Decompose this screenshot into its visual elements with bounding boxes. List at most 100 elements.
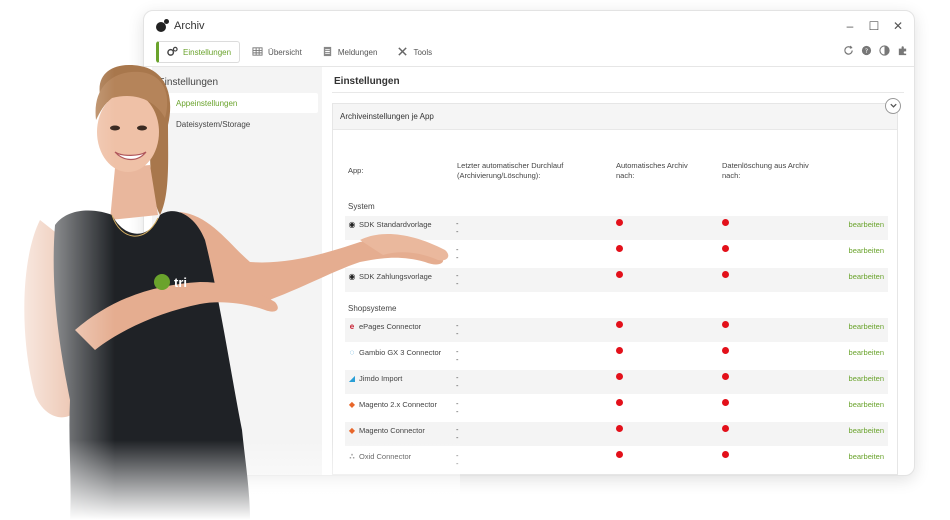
- title-divider: [332, 92, 904, 93]
- section-label: Shopsysteme: [348, 304, 397, 313]
- last-run-value: -: [456, 355, 459, 364]
- deletion-status-dot: [722, 451, 729, 458]
- list-icon: [322, 46, 333, 59]
- tab-label: Tools: [413, 47, 433, 57]
- tab-tools[interactable]: Tools: [389, 41, 440, 63]
- app-logo-icon: [156, 19, 170, 33]
- tab-uebersicht[interactable]: Übersicht: [244, 41, 310, 63]
- edit-link[interactable]: bearbeiten: [849, 272, 884, 281]
- minimize-button[interactable]: –: [840, 17, 860, 35]
- edit-link[interactable]: bearbeiten: [849, 400, 884, 409]
- app-name: SDK Zahlungsvorlage: [359, 272, 432, 281]
- app-name: Jimdo Import: [359, 374, 403, 383]
- auto-archive-status-dot: [616, 219, 623, 226]
- tab-bar: Einstellungen Übersicht Meldungen Tools …: [144, 39, 914, 67]
- auto-archive-status-dot: [616, 347, 623, 354]
- sidebar-item-dateisystem[interactable]: Dateisystem/Storage: [158, 114, 318, 134]
- tools-icon: [397, 46, 408, 59]
- magento-icon: ◆: [348, 425, 356, 435]
- deletion-status-dot: [722, 347, 729, 354]
- auto-archive-status-dot: [616, 451, 623, 458]
- plugin-icon[interactable]: [897, 45, 908, 56]
- panel-header: Archiveinstellungen je App: [333, 104, 897, 130]
- app-name: ePages Connector: [359, 322, 422, 331]
- tab-einstellungen[interactable]: Einstellungen: [156, 41, 241, 63]
- app-name: Oxid Connector: [359, 452, 412, 461]
- close-button[interactable]: ✕: [888, 17, 908, 35]
- chevron-down-icon: [889, 97, 898, 115]
- sidebar-item-label: Dateisystem/Storage: [176, 119, 251, 129]
- sidebar-item-appeinstellungen[interactable]: Appeinstellungen: [158, 93, 318, 113]
- column-header-line: nach:: [616, 171, 635, 180]
- deletion-status-dot: [722, 373, 729, 380]
- edit-link[interactable]: bearbeiten: [849, 374, 884, 383]
- main-content: Einstellungen Archiveinstellungen je App…: [332, 67, 904, 475]
- sdk-icon: ◉: [348, 245, 356, 255]
- edit-link[interactable]: bearbeiten: [849, 220, 884, 229]
- svg-text:?: ?: [865, 47, 868, 55]
- auto-archive-status-dot: [616, 373, 623, 380]
- app-name: Magento Connector: [359, 426, 425, 435]
- table-row: ◆ Magento Connector - - bearbeiten: [345, 422, 888, 446]
- last-run-value: -: [456, 433, 459, 442]
- sidebar-item-label: Appeinstellungen: [176, 98, 238, 108]
- column-header-auto-archive: Automatisches Archiv nach:: [616, 161, 688, 181]
- app-window: Archiv – ☐ ✕ Einstellungen Übersicht Mel…: [143, 10, 915, 476]
- tab-label: Übersicht: [268, 47, 302, 57]
- page-title: Einstellungen: [334, 76, 400, 87]
- column-header-line: Letzter automatischer Durchlauf: [457, 161, 564, 170]
- gears-icon: [167, 46, 178, 59]
- table-row: ◢ Jimdo Import - - bearbeiten: [345, 370, 888, 394]
- deletion-status-dot: [722, 399, 729, 406]
- sidebar: Einstellungen Appeinstellungen Dateisyst…: [152, 67, 322, 475]
- tab-label: Einstellungen: [183, 47, 232, 57]
- app-name: Magento 2.x Connector: [359, 400, 437, 409]
- window-title: Archiv: [174, 20, 205, 32]
- auto-archive-status-dot: [616, 245, 623, 252]
- sidebar-title: Einstellungen: [158, 77, 219, 88]
- epages-icon: e: [349, 321, 355, 331]
- toolbar-icons: ?: [843, 45, 908, 56]
- edit-link[interactable]: bearbeiten: [849, 322, 884, 331]
- table-row: ◉ SDK Standardvorlage - - bearbeiten: [345, 216, 888, 240]
- title-bar: Archiv – ☐ ✕: [144, 11, 914, 41]
- deletion-status-dot: [722, 219, 729, 226]
- edit-link[interactable]: bearbeiten: [849, 426, 884, 435]
- deletion-status-dot: [722, 425, 729, 432]
- section-label: System: [348, 202, 375, 211]
- column-header-line: nach:: [722, 171, 741, 180]
- table-row: ◆ Magento 2.x Connector - - bearbeiten: [345, 396, 888, 420]
- oxid-icon: ∴: [349, 451, 355, 461]
- deletion-status-dot: [722, 321, 729, 328]
- auto-archive-status-dot: [616, 321, 623, 328]
- tab-meldungen[interactable]: Meldungen: [314, 41, 386, 63]
- gambio-icon: ◌: [349, 347, 355, 357]
- edit-link[interactable]: bearbeiten: [849, 452, 884, 461]
- app-name: Gambio GX 3 Connector: [359, 348, 442, 357]
- edit-link[interactable]: bearbeiten: [849, 348, 884, 357]
- maximize-button[interactable]: ☐: [864, 17, 884, 35]
- collapse-button[interactable]: [885, 98, 901, 114]
- magento-icon: ◆: [348, 399, 356, 409]
- auto-archive-status-dot: [616, 399, 623, 406]
- last-run-value: -: [456, 381, 459, 390]
- column-header-app: App:: [348, 166, 364, 175]
- jimdo-icon: ◢: [348, 373, 356, 383]
- help-icon[interactable]: ?: [861, 45, 872, 56]
- deletion-status-dot: [722, 271, 729, 278]
- grid-icon: [252, 46, 263, 59]
- table-row: ◉ SDK Zahlungsvorlage - - bearbeiten: [345, 268, 888, 292]
- last-run-value: -: [456, 253, 459, 262]
- panel-title: Archiveinstellungen je App: [340, 112, 434, 121]
- theme-icon[interactable]: [879, 45, 890, 56]
- app-name: SDK Standardvorlage: [359, 220, 432, 229]
- refresh-icon[interactable]: [843, 45, 854, 56]
- deletion-status-dot: [722, 245, 729, 252]
- sdk-icon: ◉: [348, 271, 356, 281]
- last-run-value: -: [456, 407, 459, 416]
- edit-link[interactable]: bearbeiten: [849, 246, 884, 255]
- table-row: ◌ Gambio GX 3 Connector - - bearbeiten: [345, 344, 888, 368]
- column-header-line: Datenlöschung aus Archiv: [722, 161, 809, 170]
- column-header-last-run: Letzter automatischer Durchlauf (Archivi…: [457, 161, 563, 181]
- column-header-line: (Archivierung/Löschung):: [457, 171, 541, 180]
